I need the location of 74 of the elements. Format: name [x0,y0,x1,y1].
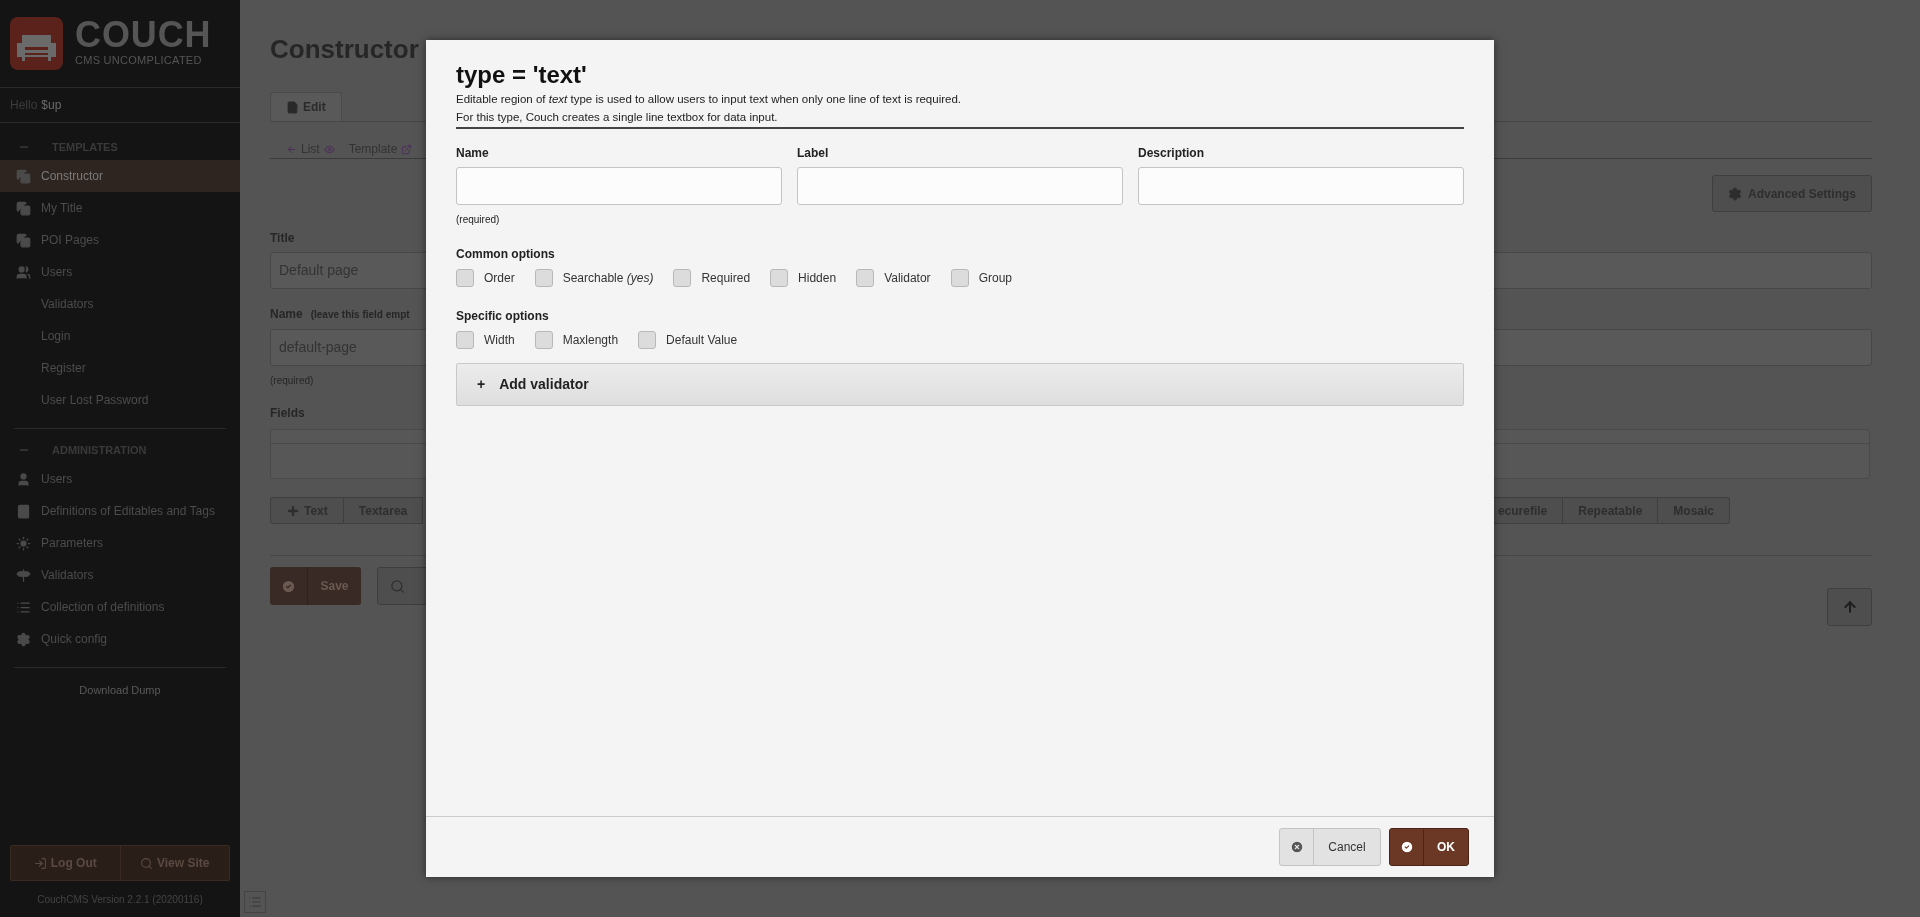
menu-item-icon [15,567,31,583]
menu-item-icon [15,503,31,519]
login-arrow-icon [33,856,47,870]
logo-subtitle: CMS UNCOMPLICATED [75,53,203,69]
sidebar-item[interactable]: Register [0,352,240,384]
field-label: Description [1138,145,1205,162]
menu-item-icon [15,232,31,248]
option-label: Default Value [666,332,738,349]
menu-item-icon [15,264,31,280]
text-input[interactable] [456,167,782,205]
close-circle-icon [1289,840,1304,854]
plus-icon [286,503,300,518]
menu-item-icon [15,168,31,184]
sidebar-item[interactable]: Collection of definitions [0,591,240,623]
field-label: Name [456,145,490,162]
sidebar-item[interactable]: Quick config [0,623,240,655]
checkbox[interactable] [638,331,657,349]
checkbox[interactable] [673,269,692,287]
modal-description: For this type, Couch creates a single line textbox for data input. [456,110,779,125]
user-name: $up [41,97,62,114]
sidebar-item[interactable]: POI Pages [0,224,240,256]
option-label: Group [978,270,1012,287]
check-circle-icon [281,578,296,594]
menu-item-icon [15,471,31,487]
sidebar-item[interactable]: Validators [0,288,240,320]
sidebar-item[interactable]: Parameters [0,527,240,559]
checkbox[interactable] [456,269,474,287]
option-label: Searchable (yes) [562,270,654,287]
search-icon [390,578,405,594]
sidebar-item[interactable]: Users [0,463,240,495]
option-label: Width [484,332,515,349]
sidebar-item[interactable]: Validators [0,559,240,591]
menu-item-icon [15,631,31,647]
checkbox[interactable] [770,269,789,287]
modal-title: type = 'text' [456,60,588,90]
menu-item-icon [15,599,31,615]
sidebar-item[interactable]: User Lost Password [0,384,240,416]
text-input[interactable] [797,167,1123,205]
modal-description: Editable region of text type is used to allow users to input text when only one line of text is required. [456,92,963,107]
required-note: (required) [456,213,500,227]
download-link[interactable]: Download Dump [79,682,161,699]
scroll-up-button[interactable] [1827,588,1872,626]
sidebar-item[interactable]: My Title [0,192,240,224]
checkbox[interactable] [534,269,553,287]
menu-item-icon [15,535,31,551]
sidebar-item[interactable]: Login [0,320,240,352]
field-label: Label [797,145,830,162]
sidebar-item[interactable]: Constructor [0,160,240,192]
check-circle-icon [1399,840,1414,854]
search-icon [140,856,153,870]
menu-item-icon [15,200,31,216]
external-link-icon [401,143,413,155]
checkbox[interactable] [950,269,969,287]
option-label: Required [701,270,751,287]
cancel-button[interactable]: Cancel [1279,828,1381,866]
couch-logo-icon [10,17,63,70]
checkbox[interactable] [856,269,875,287]
checkbox[interactable] [534,331,553,349]
option-label: Maxlength [562,332,619,349]
ok-button[interactable]: OK [1389,828,1469,866]
sidebar-item[interactable]: Users [0,256,240,288]
option-label: Order [484,270,515,287]
options-heading: Common options [456,247,555,261]
checkbox[interactable] [456,331,474,349]
back-arrow-icon [286,143,297,155]
document-icon [286,100,299,114]
eye-icon [323,143,335,155]
add-validator-button[interactable]: + Add validator [456,363,1464,406]
options-heading: Specific options [456,309,549,323]
option-label: Hidden [798,270,837,287]
option-label: Validator [884,270,931,287]
settings-icon [1727,186,1742,201]
text-input[interactable] [1138,167,1464,205]
logo-title: COUCH [75,18,212,53]
